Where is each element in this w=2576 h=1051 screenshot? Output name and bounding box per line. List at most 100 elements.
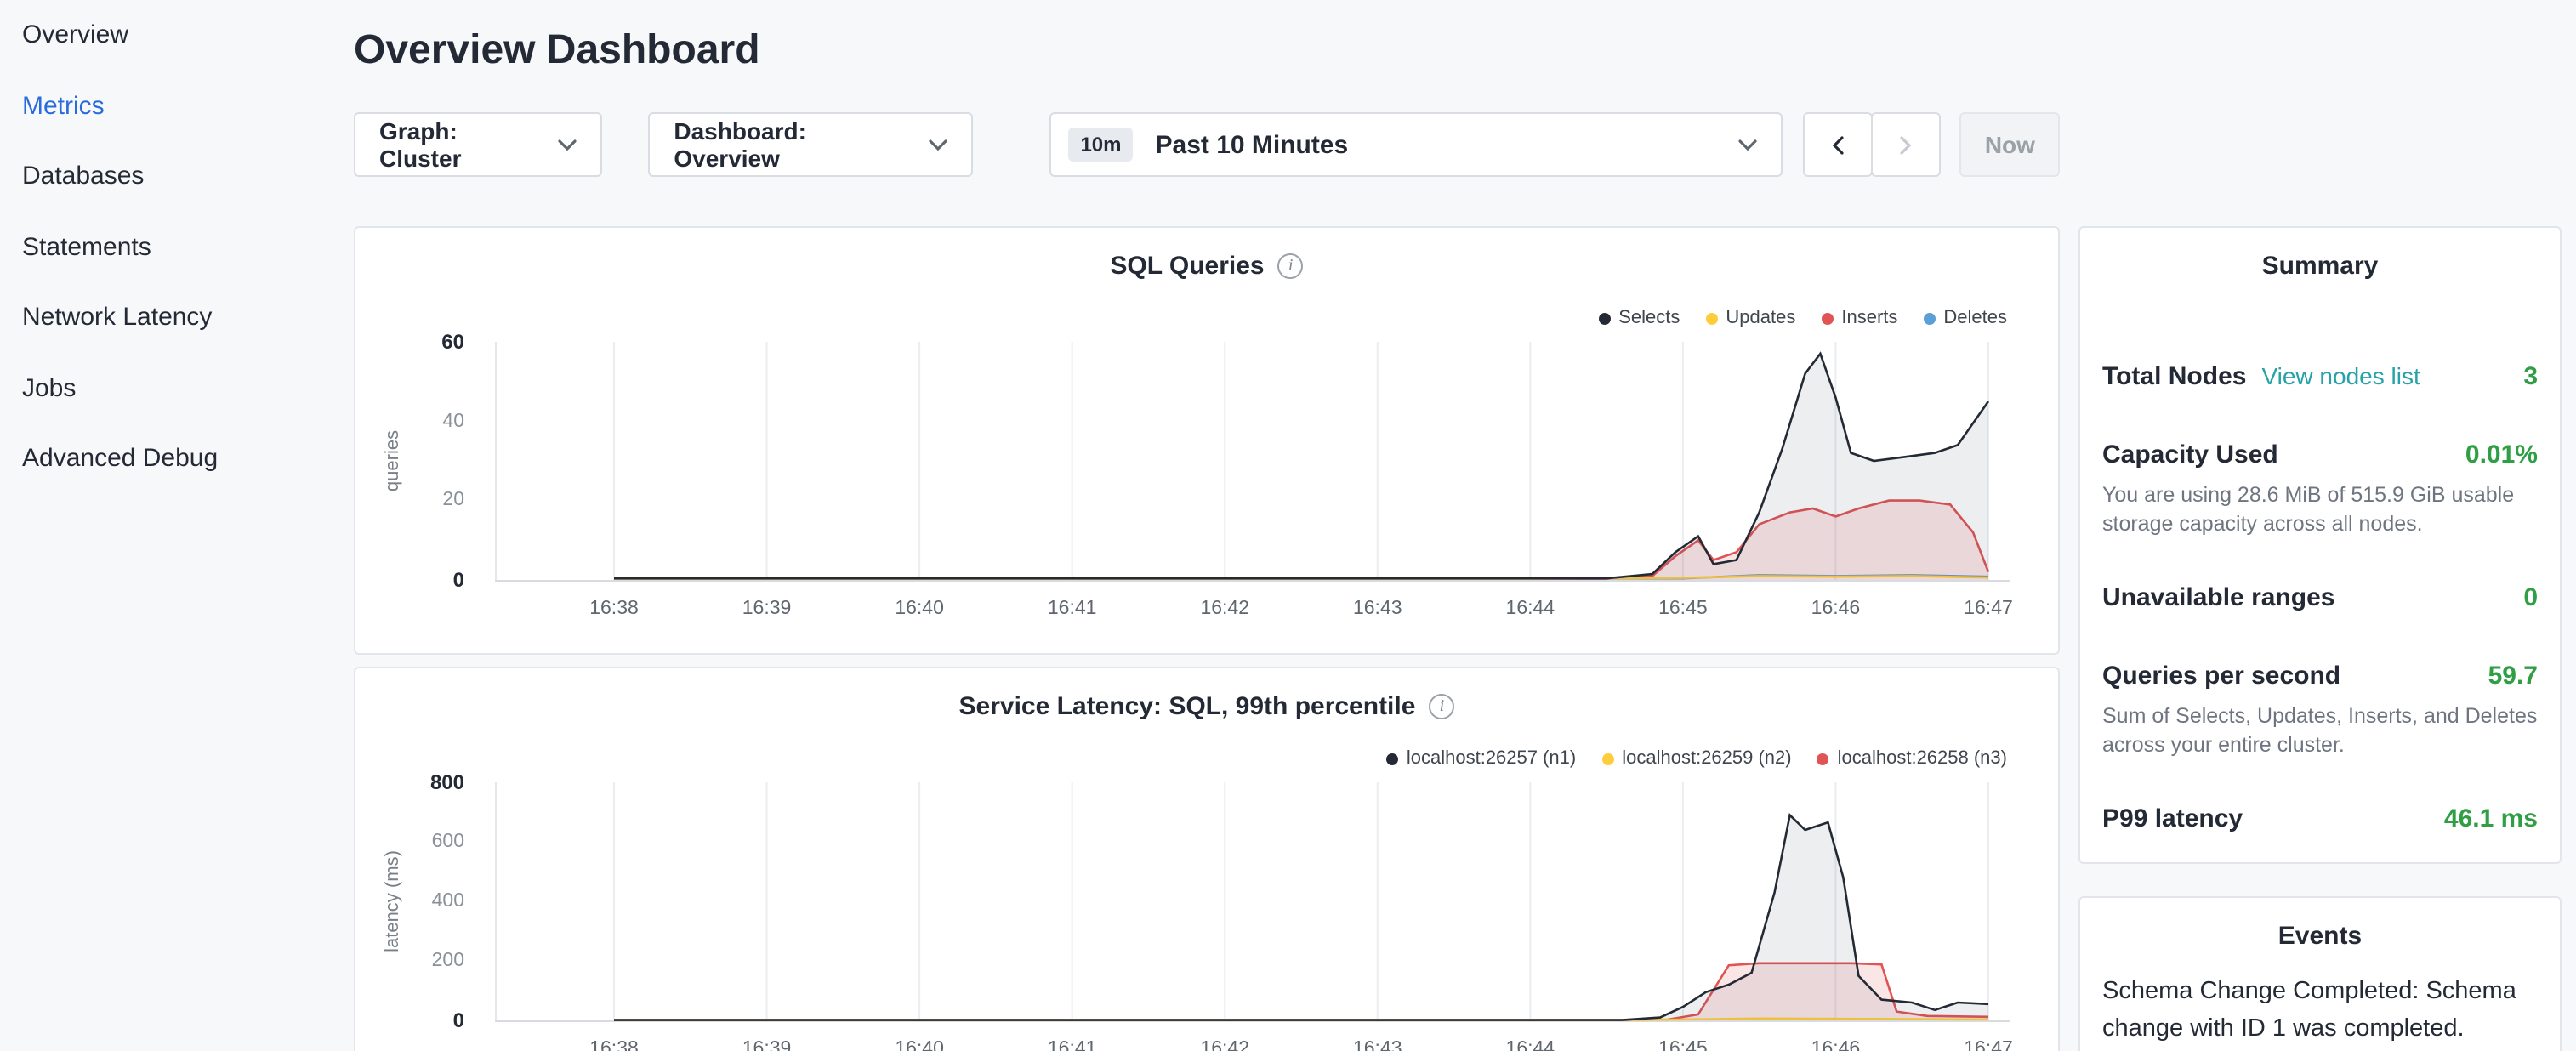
sidebar-item-advanced-debug[interactable]: Advanced Debug	[22, 423, 354, 494]
time-range-badge: 10m	[1068, 128, 1133, 162]
summary-label: Total Nodes	[2102, 362, 2246, 391]
events-heading: Events	[2102, 920, 2538, 954]
time-pager	[1804, 112, 1942, 177]
summary-row-p99-latency: P99 latency 46.1 ms	[2102, 804, 2538, 838]
chevron-down-icon	[1739, 139, 1758, 151]
chart-canvas	[495, 342, 2010, 582]
x-tick-label: 16:45	[1632, 1039, 1734, 1051]
chart-title: Service Latency: SQL, 99th percentile	[959, 692, 1416, 721]
x-tick-label: 16:39	[716, 1039, 818, 1051]
chevron-down-icon	[558, 139, 577, 151]
summary-description: Sum of Selects, Updates, Inserts, and De…	[2102, 702, 2538, 760]
dashboard-dropdown[interactable]: Dashboard: Overview	[648, 112, 973, 177]
summary-label: P99 latency	[2102, 804, 2243, 833]
y-tick-label: 60	[355, 330, 464, 354]
sidebar-item-jobs[interactable]: Jobs	[22, 353, 354, 423]
legend-item[interactable]: localhost:26258 (n3)	[1817, 748, 2007, 769]
x-tick-label: 16:39	[716, 599, 818, 619]
x-tick-label: 16:47	[1937, 599, 2039, 619]
legend-label: localhost:26257 (n1)	[1407, 748, 1576, 769]
legend-label: Selects	[1618, 308, 1680, 328]
graph-dropdown-label: Graph: Cluster	[379, 117, 541, 172]
event-item[interactable]: Schema Change Completed: Schema change w…	[2102, 974, 2538, 1048]
summary-value: 46.1 ms	[2444, 804, 2538, 833]
plot-wrap: latency (ms) 020040060080016:3816:3916:4…	[355, 782, 2058, 1051]
chart-title-row: Service Latency: SQL, 99th percentile i	[355, 668, 2058, 721]
time-next-button[interactable]	[1872, 112, 1942, 177]
chart-card-service-latency: Service Latency: SQL, 99th percentile i …	[354, 667, 2060, 1051]
summary-value: 0	[2523, 583, 2538, 612]
y-axis-label: queries	[383, 430, 403, 491]
summary-row-total-nodes: Total Nodes View nodes list 3	[2102, 362, 2538, 396]
sidebar-item-statements[interactable]: Statements	[22, 212, 354, 282]
info-icon[interactable]: i	[1278, 253, 1304, 279]
chart-legend: Selects Updates Inserts Deletes	[1598, 308, 2007, 328]
legend-item[interactable]: Selects	[1598, 308, 1680, 328]
summary-heading: Summary	[2102, 250, 2538, 284]
legend-label: localhost:26259 (n2)	[1622, 748, 1791, 769]
y-tick-label: 0	[355, 568, 464, 592]
legend-item[interactable]: localhost:26257 (n1)	[1386, 748, 1576, 769]
legend-dot	[1598, 312, 1610, 324]
legend-dot	[1923, 312, 1935, 324]
view-nodes-list-link[interactable]: View nodes list	[2261, 362, 2420, 389]
app-window: Overview Metrics Databases Statements Ne…	[0, 0, 2576, 1051]
y-tick-label: 0	[355, 1008, 464, 1032]
summary-label: Queries per second	[2102, 662, 2340, 690]
summary-row-capacity-used: Capacity Used 0.01%	[2102, 440, 2538, 474]
plot-wrap: queries 020406016:3816:3916:4016:4116:42…	[355, 342, 2058, 639]
sidebar-item-metrics[interactable]: Metrics	[22, 71, 354, 141]
y-tick-label: 40	[355, 409, 464, 433]
legend-item[interactable]: Updates	[1705, 308, 1795, 328]
sidebar-item-network-latency[interactable]: Network Latency	[22, 282, 354, 353]
legend-dot	[1601, 753, 1613, 764]
x-tick-label: 16:45	[1632, 599, 1734, 619]
time-range-label: Past 10 Minutes	[1156, 130, 1349, 159]
x-tick-label: 16:42	[1174, 599, 1276, 619]
chevron-left-icon	[1833, 135, 1845, 154]
summary-label: Unavailable ranges	[2102, 583, 2334, 612]
toolbar: Graph: Cluster Dashboard: Overview 10m P…	[354, 112, 2060, 177]
graph-dropdown[interactable]: Graph: Cluster	[354, 112, 602, 177]
x-tick-label: 16:38	[563, 599, 665, 619]
now-button[interactable]: Now	[1960, 112, 2060, 177]
legend-label: Updates	[1726, 308, 1795, 328]
time-range-select[interactable]: 10m Past 10 Minutes	[1049, 112, 1783, 177]
summary-value: 59.7	[2488, 662, 2538, 690]
y-tick-label: 200	[355, 949, 464, 973]
chart-canvas	[495, 782, 2010, 1022]
info-icon[interactable]: i	[1429, 694, 1454, 719]
summary-description: You are using 28.6 MiB of 515.9 GiB usab…	[2102, 481, 2538, 539]
legend-label: localhost:26258 (n3)	[1838, 748, 2007, 769]
y-tick-label: 20	[355, 489, 464, 513]
summary-card: Summary Total Nodes View nodes list 3 Ca…	[2078, 226, 2562, 864]
events-card: Events Schema Change Completed: Schema c…	[2078, 896, 2562, 1051]
summary-value: 0.01%	[2465, 440, 2538, 469]
x-tick-label: 16:46	[1784, 1039, 1886, 1051]
summary-row-unavailable-ranges: Unavailable ranges 0	[2102, 583, 2538, 617]
legend-dot	[1817, 753, 1829, 764]
x-tick-label: 16:44	[1479, 599, 1581, 619]
legend-label: Inserts	[1841, 308, 1897, 328]
series-area	[614, 815, 1988, 1020]
x-tick-label: 16:47	[1937, 1039, 2039, 1051]
legend-item[interactable]: Deletes	[1923, 308, 2007, 328]
main-content: Overview Dashboard Graph: Cluster Dashbo…	[354, 0, 2060, 1051]
legend-item[interactable]: localhost:26259 (n2)	[1601, 748, 1791, 769]
time-prev-button[interactable]	[1804, 112, 1874, 177]
sidebar-item-databases[interactable]: Databases	[22, 141, 354, 212]
y-tick-label: 400	[355, 889, 464, 913]
summary-value: 3	[2523, 362, 2538, 391]
x-tick-label: 16:44	[1479, 1039, 1581, 1051]
legend-label: Deletes	[1943, 308, 2007, 328]
x-tick-label: 16:41	[1021, 1039, 1123, 1051]
y-tick-label: 600	[355, 830, 464, 854]
legend-item[interactable]: Inserts	[1821, 308, 1897, 328]
plot-area	[495, 782, 2010, 1022]
chart-card-sql-queries: SQL Queries i SelectsUpdatesInsertsDelet…	[354, 226, 2060, 655]
x-tick-label: 16:43	[1327, 1039, 1429, 1051]
x-tick-label: 16:41	[1021, 599, 1123, 619]
legend-dot	[1821, 312, 1833, 324]
sidebar-item-overview[interactable]: Overview	[22, 0, 354, 71]
chevron-down-icon	[929, 139, 947, 151]
